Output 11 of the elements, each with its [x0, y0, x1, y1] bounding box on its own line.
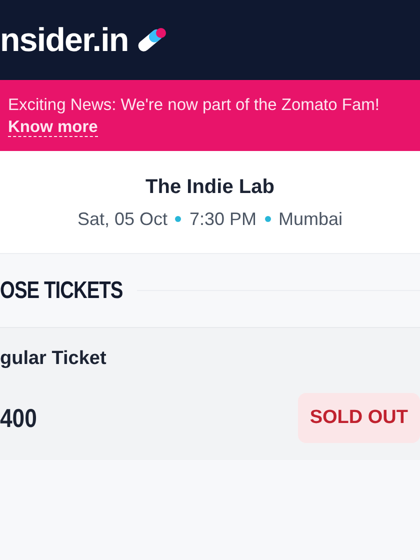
ticket-price: 400 [0, 402, 37, 435]
banner-text: Exciting News: We're now part of the Zomato Fam! Know more [8, 94, 380, 138]
event-meta: Mumbai [278, 208, 343, 230]
event-meta: 7:30 PM [189, 208, 257, 230]
know-more-link[interactable]: Know more [8, 118, 98, 136]
status-badge: SOLD OUT [298, 393, 420, 444]
logo-text[interactable]: nsider.in [0, 15, 128, 65]
section-title: OSE TICKETS [0, 276, 123, 306]
event-title: The Indie Lab [146, 174, 274, 200]
event-meta: Sat, 05 Oct [77, 208, 168, 230]
ticket-name: gular Ticket [0, 346, 108, 371]
